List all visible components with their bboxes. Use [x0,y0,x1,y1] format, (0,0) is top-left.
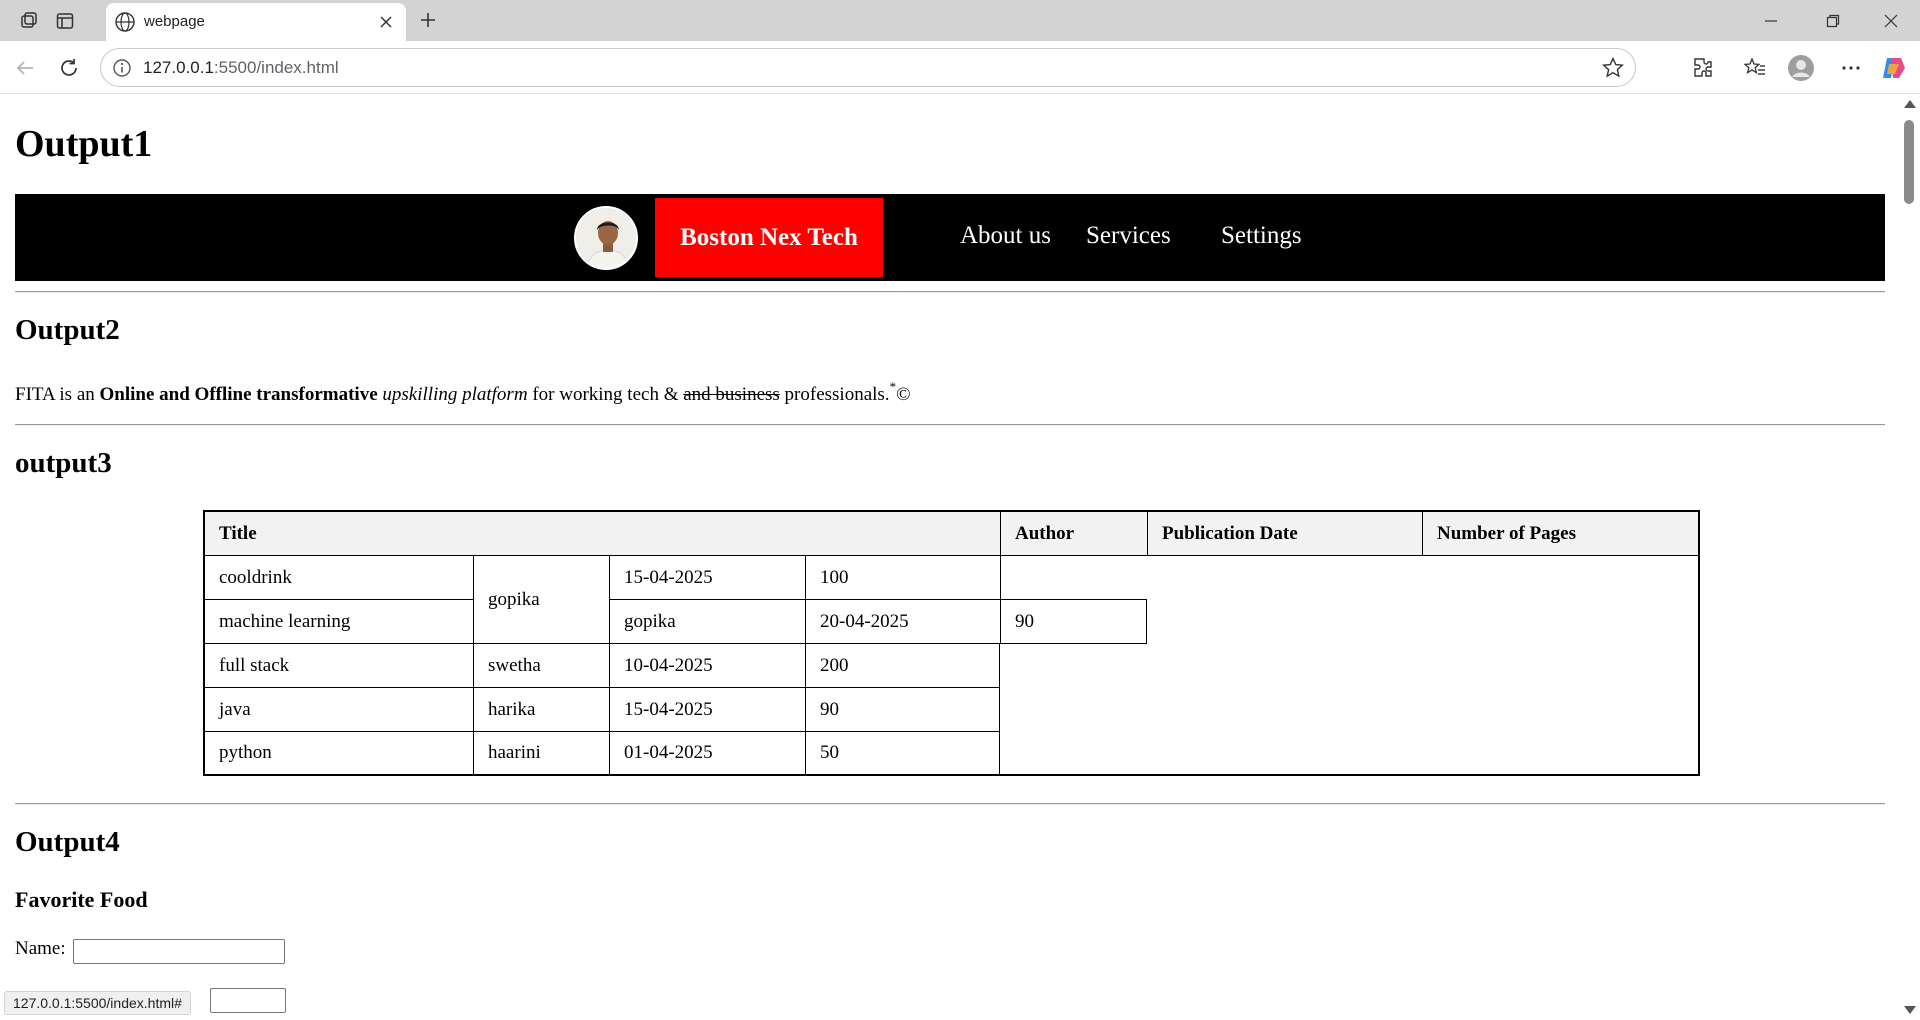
table-header-publication-date: Publication Date [1147,512,1422,556]
url-host: 127.0.0.1 [143,58,214,77]
books-table: Title Author Publication Date Number of … [203,510,1700,776]
table-cell-date: 10-04-2025 [609,644,805,688]
active-tab[interactable]: webpage [106,3,406,41]
fita-paragraph: FITA is an Online and Offline transforma… [15,379,911,406]
nav-link-about[interactable]: About us [960,222,1051,250]
scrollbar-thumb[interactable] [1904,120,1914,204]
output4-heading: Output4 [15,826,120,858]
globe-icon [114,11,136,38]
scroll-up-icon[interactable] [1904,100,1916,108]
table-header-number-of-pages: Number of Pages [1422,512,1698,556]
table-cell-pages: 100 [805,556,1000,600]
table-cell-author: swetha [473,644,609,688]
para-italic-text: upskilling platform [382,384,528,405]
divider [15,424,1885,426]
table-cell-title: java [205,688,473,732]
para-text: FITA is an [15,384,100,405]
table-cell-pages: 200 [805,644,1000,688]
divider [15,803,1885,805]
site-navbar: Boston Nex Tech About us Services Settin… [15,194,1885,281]
output2-heading: Output2 [15,314,120,346]
para-bold-text: Online and Offline transformative [99,384,378,405]
second-input[interactable] [210,988,286,1013]
scroll-down-icon[interactable] [1904,1006,1916,1014]
favorite-star-icon[interactable] [1601,56,1625,85]
name-label: Name: [15,938,66,959]
tab-title: webpage [144,13,205,30]
link-status-bar: 127.0.0.1:5500/index.html# [4,991,191,1015]
name-input[interactable] [73,939,285,964]
site-info-icon[interactable] [112,58,132,83]
url-text: 127.0.0.1:5500/index.html [143,58,339,78]
table-cell-date: 15-04-2025 [609,556,805,600]
favorites-list-icon[interactable] [1740,53,1770,83]
table-cell-title: python [219,742,272,763]
table-cell-pages: 50 [805,732,1000,774]
extensions-icon[interactable] [1688,53,1718,83]
nav-link-settings[interactable]: Settings [1221,222,1302,250]
brand-button[interactable]: Boston Nex Tech [655,198,883,277]
table-header-author: Author [1000,512,1147,556]
copyright-symbol: © [896,384,911,405]
browser-toolbar: 127.0.0.1:5500/index.html [0,41,1920,94]
table-cell-author: gopika [473,556,609,644]
output3-heading: output3 [15,447,112,479]
table-header-title: Title [205,512,1000,556]
para-text: for working tech & [527,384,684,405]
table-cell-author: haarini [473,732,609,774]
table-cell-pages: 90 [805,688,1000,732]
profile-avatar-icon[interactable] [1786,53,1816,83]
table-cell-title: cooldrink [205,556,473,600]
para-strike-text: and business [683,384,780,405]
url-path: :5500/index.html [213,58,339,77]
table-cell-date: 01-04-2025 [609,732,805,774]
close-tab-icon[interactable] [374,10,398,34]
table-cell-title: machine learning [205,600,473,644]
more-options-icon[interactable] [1836,53,1866,83]
table-cell-date: 20-04-2025 [805,600,1000,644]
workspaces-icon[interactable] [16,8,42,34]
close-window-icon[interactable] [1862,0,1920,41]
table-cell-date: 15-04-2025 [609,688,805,732]
copilot-icon[interactable] [1878,53,1908,83]
vertical-scrollbar[interactable] [1900,94,1920,1020]
back-icon[interactable] [10,53,40,83]
nav-link-services[interactable]: Services [1086,222,1171,250]
table-cell-author: gopika [609,600,805,644]
new-tab-icon[interactable] [414,6,442,34]
table-cell-author: harika [473,688,609,732]
vertical-tabs-icon[interactable] [52,8,78,34]
table-border [1000,556,1001,600]
table-cell-title: full stack [205,644,473,688]
address-bar[interactable]: 127.0.0.1:5500/index.html [100,48,1636,87]
profile-photo [574,206,638,270]
refresh-icon[interactable] [54,53,84,83]
browser-tab-bar: webpage [0,0,1920,41]
output1-heading: Output1 [15,123,153,165]
restore-icon[interactable] [1804,0,1862,41]
favorite-food-heading: Favorite Food [15,887,148,912]
divider [15,291,1885,293]
page-viewport: Output1 Boston Nex Tech About us Service… [0,94,1920,1020]
table-cell-pages: 90 [1000,599,1147,644]
minimize-icon[interactable] [1742,0,1800,41]
para-text: professionals. [779,384,890,405]
